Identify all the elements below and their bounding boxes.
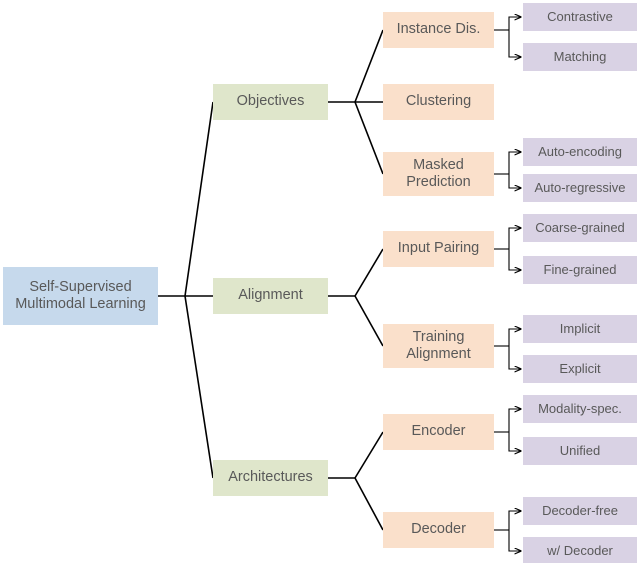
node-auto-encoding-label: Auto-encoding [538,144,622,160]
node-root-label: Self-Supervised Multimodal Learning [15,278,146,312]
node-instance-dis-label: Instance Dis. [396,21,481,38]
node-fine-grained[interactable]: Fine-grained [523,256,637,284]
node-training-alignment[interactable]: Training Alignment [383,324,494,368]
node-alignment[interactable]: Alignment [213,278,328,314]
node-root[interactable]: Self-Supervised Multimodal Learning [3,267,158,325]
node-coarse-grained-label: Coarse-grained [535,220,625,236]
node-objectives[interactable]: Objectives [213,84,328,120]
node-objectives-label: Objectives [236,93,305,110]
node-fine-grained-label: Fine-grained [543,262,617,278]
node-decoder-label: Decoder [411,521,466,538]
edge-group-architectures [328,431,384,531]
node-alignment-label: Alignment [238,287,303,304]
node-contrastive[interactable]: Contrastive [523,3,637,31]
edge-group-root [158,101,214,479]
edge-group-alignment [328,248,384,347]
node-coarse-grained[interactable]: Coarse-grained [523,214,637,242]
node-input-pairing-label: Input Pairing [397,240,480,257]
node-unified-label: Unified [559,443,601,459]
node-clustering-label: Clustering [405,93,472,110]
node-decoder-free[interactable]: Decoder-free [523,497,637,525]
node-unified[interactable]: Unified [523,437,637,465]
node-instance-dis[interactable]: Instance Dis. [383,12,494,48]
node-explicit[interactable]: Explicit [523,355,637,383]
taxonomy-diagram: Self-Supervised Multimodal Learning Obje… [0,0,640,563]
node-encoder-label: Encoder [411,423,466,440]
node-clustering[interactable]: Clustering [383,84,494,120]
edge-group-objectives [328,29,384,175]
node-explicit-label: Explicit [559,361,601,377]
node-training-alignment-label: Training Alignment [406,328,471,362]
node-implicit-label: Implicit [559,321,601,337]
node-decoder-free-label: Decoder-free [542,503,618,519]
node-modality-spec-label: Modality-spec. [538,401,622,417]
node-auto-encoding[interactable]: Auto-encoding [523,138,637,166]
node-matching-label: Matching [553,49,607,65]
node-input-pairing[interactable]: Input Pairing [383,231,494,267]
node-auto-regressive-label: Auto-regressive [534,180,626,196]
node-masked-prediction-label: Masked Prediction [406,156,471,190]
node-with-decoder-label: w/ Decoder [547,543,613,559]
edge-group-leaves [494,17,521,551]
node-decoder[interactable]: Decoder [383,512,494,548]
node-architectures-label: Architectures [228,469,313,486]
node-masked-prediction[interactable]: Masked Prediction [383,152,494,196]
node-architectures[interactable]: Architectures [213,460,328,496]
node-matching[interactable]: Matching [523,43,637,71]
node-implicit[interactable]: Implicit [523,315,637,343]
node-encoder[interactable]: Encoder [383,414,494,450]
node-auto-regressive[interactable]: Auto-regressive [523,174,637,202]
node-contrastive-label: Contrastive [547,9,613,25]
node-modality-spec[interactable]: Modality-spec. [523,395,637,423]
node-with-decoder[interactable]: w/ Decoder [523,537,637,563]
